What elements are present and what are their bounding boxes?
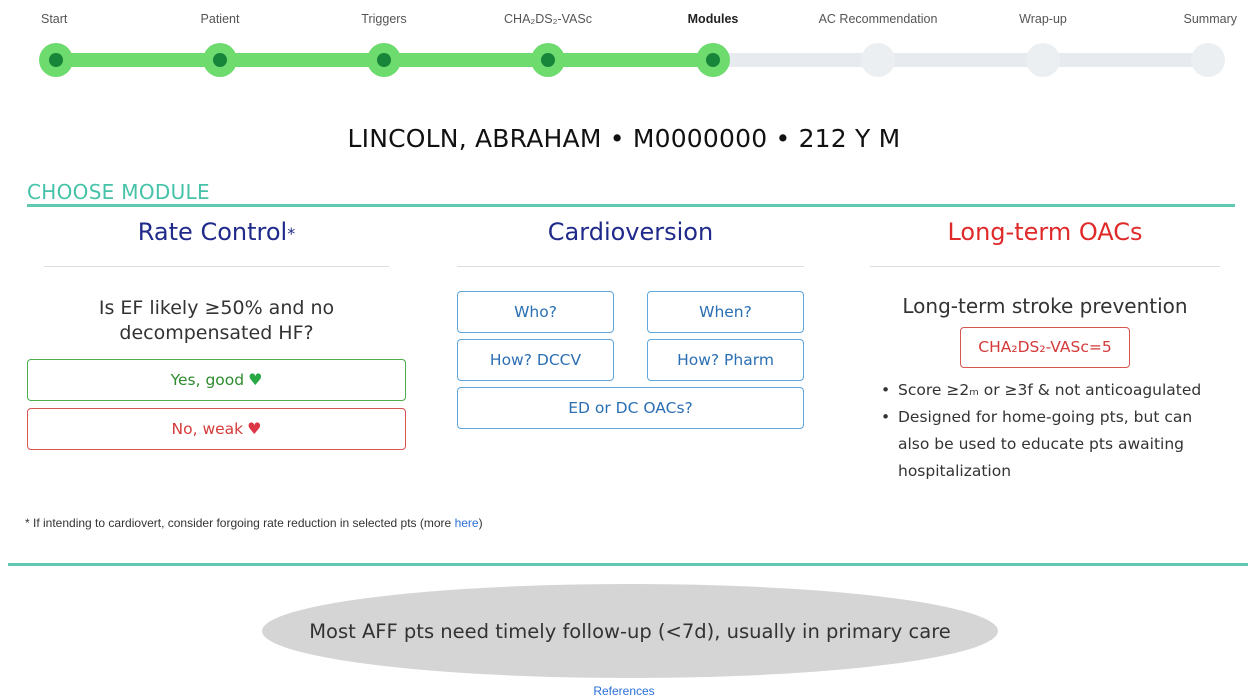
step-label-modules[interactable]: Modules — [688, 12, 739, 26]
patient-banner: LINCOLN, ABRAHAM • M0000000 • 212 Y M — [347, 124, 901, 153]
cardioversion-title[interactable]: Cardioversion — [457, 218, 804, 246]
ef-yes-label: Yes, good — [170, 371, 245, 389]
rate-control-footnote: * If intending to cardiovert, consider f… — [25, 516, 483, 530]
cardioversion-divider — [457, 266, 804, 267]
cardioversion-how-dccv-button[interactable]: How? DCCV — [457, 339, 614, 381]
footnote-suffix: ) — [478, 516, 483, 530]
step-node-summary[interactable] — [1191, 43, 1225, 77]
ef-no-label: No, weak — [171, 420, 244, 438]
follow-up-text: Most AFF pts need timely follow-up (<7d)… — [309, 620, 951, 643]
progress-track-remaining — [713, 53, 1210, 67]
cardioversion-how-pharm-button[interactable]: How? Pharm — [647, 339, 804, 381]
step-label-ac-recommendation[interactable]: AC Recommendation — [819, 12, 938, 26]
ef-yes-good-button[interactable]: Yes, good ♥ — [27, 359, 406, 401]
oac-criteria-item: Designed for home-going pts, but can als… — [876, 404, 1216, 485]
step-label-cha2ds2-vasc[interactable]: CHA₂DS₂-VASc — [504, 12, 592, 26]
long-term-oacs-divider — [870, 266, 1220, 267]
section-divider — [27, 204, 1235, 207]
heart-icon: ♥ — [248, 370, 263, 389]
cardioversion-who-button[interactable]: Who? — [457, 291, 614, 333]
step-label-summary[interactable]: Summary — [1184, 12, 1237, 26]
step-node-patient[interactable] — [203, 43, 237, 77]
step-label-wrap-up[interactable]: Wrap-up — [1019, 12, 1067, 26]
step-label-start[interactable]: Start — [41, 12, 67, 26]
footnote-here-link[interactable]: here — [455, 516, 479, 530]
cardioversion-when-button[interactable]: When? — [647, 291, 804, 333]
cardioversion-ed-dc-oacs-button[interactable]: ED or DC OACs? — [457, 387, 804, 429]
step-node-triggers[interactable] — [367, 43, 401, 77]
ef-question: Is EF likely ≥50% and no decompensated H… — [98, 297, 335, 344]
oac-criteria-list: Score ≥2ₘ or ≥3f & not anticoagulated De… — [876, 377, 1216, 485]
footnote-text: * If intending to cardiovert, consider f… — [25, 516, 455, 530]
rate-control-divider — [44, 266, 389, 267]
step-node-ac-recommendation[interactable] — [861, 43, 895, 77]
cha2ds2-vasc-score-badge[interactable]: CHA₂DS₂-VASc=5 — [960, 327, 1130, 368]
heart-icon: ♥ — [247, 419, 262, 438]
long-term-oacs-title[interactable]: Long-term OACs — [870, 218, 1220, 246]
step-label-patient[interactable]: Patient — [201, 12, 240, 26]
stroke-prevention-subtitle: Long-term stroke prevention — [902, 294, 1188, 318]
rate-control-title: Rate Control — [137, 218, 288, 246]
references-link[interactable]: References — [0, 684, 1248, 698]
step-label-triggers[interactable]: Triggers — [361, 12, 406, 26]
step-node-modules[interactable] — [696, 43, 730, 77]
progress-stepper: Start Patient Triggers CHA₂DS₂-VASc Modu… — [0, 0, 1248, 90]
rate-control-footnote-marker: * — [287, 224, 296, 243]
step-node-start[interactable] — [39, 43, 73, 77]
rate-control-heading[interactable]: Rate Control* — [44, 218, 389, 246]
section-title: CHOOSE MODULE — [27, 180, 210, 204]
ef-no-weak-button[interactable]: No, weak ♥ — [27, 408, 406, 450]
step-node-wrap-up[interactable] — [1026, 43, 1060, 77]
oac-criteria-item: Score ≥2ₘ or ≥3f & not anticoagulated — [876, 377, 1216, 404]
step-node-cha2ds2-vasc[interactable] — [531, 43, 565, 77]
footer-divider — [8, 563, 1248, 566]
